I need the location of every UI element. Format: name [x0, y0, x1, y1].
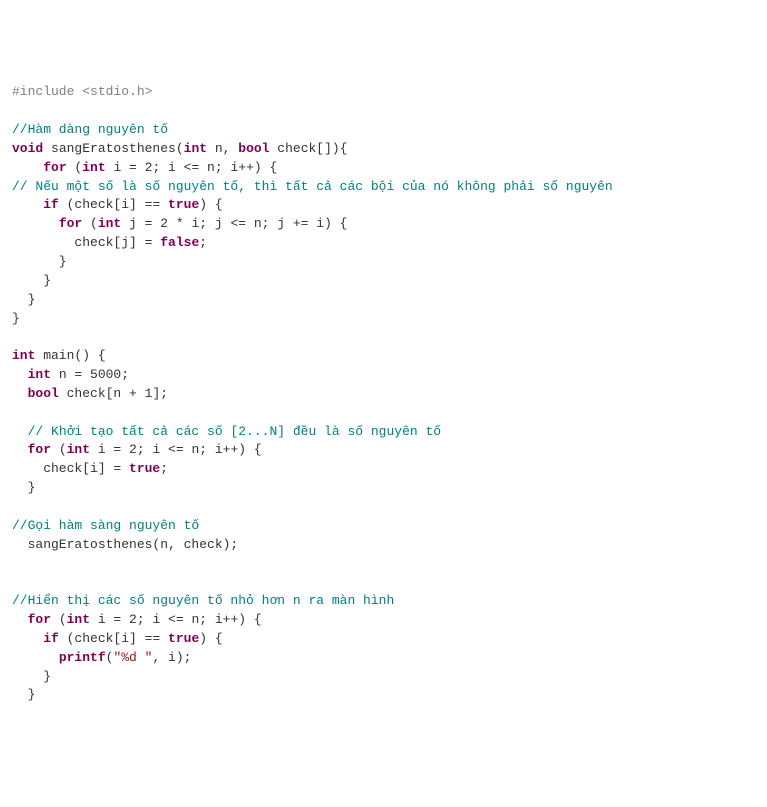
code-text: check[i] = — [12, 461, 129, 476]
brace: } — [12, 292, 35, 307]
identifier: n, — [207, 141, 238, 156]
literal-true: true — [168, 197, 199, 212]
code-text: (check[i] == — [59, 197, 168, 212]
literal-true: true — [129, 461, 160, 476]
code-text: ) { — [199, 631, 222, 646]
keyword-for: for — [43, 160, 66, 175]
code-text: ( — [82, 216, 98, 231]
code-text: (check[i] == — [59, 631, 168, 646]
literal-true: true — [168, 631, 199, 646]
brace: } — [12, 273, 51, 288]
code-text: sangEratosthenes(n, check); — [12, 537, 238, 552]
code-text: ) { — [199, 197, 222, 212]
keyword-if: if — [43, 197, 59, 212]
identifier: main() { — [35, 348, 105, 363]
comment-line: //Hàm dàng nguyên tố — [12, 122, 168, 137]
keyword-for: for — [28, 612, 51, 627]
code-text: i = 2; i <= n; i++) { — [90, 612, 262, 627]
keyword-for: for — [59, 216, 82, 231]
code-text: i = 2; i <= n; i++) { — [90, 442, 262, 457]
preprocessor-line: #include <stdio.h> — [12, 84, 152, 99]
brace: } — [12, 480, 35, 495]
keyword-int: int — [28, 367, 51, 382]
string-literal: "%d " — [113, 650, 152, 665]
keyword-bool: bool — [238, 141, 269, 156]
keyword-int: int — [67, 612, 90, 627]
code-text: , i); — [152, 650, 191, 665]
comment-line: // Nếu một số là số nguyên tố, thì tất c… — [12, 179, 613, 194]
brace: } — [12, 311, 20, 326]
brace: } — [12, 687, 35, 702]
code-text: n = 5000; — [51, 367, 129, 382]
brace: } — [12, 254, 67, 269]
code-block: #include <stdio.h> //Hàm dàng nguyên tố … — [12, 83, 755, 705]
code-text: ( — [106, 650, 114, 665]
identifier: check[]){ — [270, 141, 348, 156]
keyword-bool: bool — [28, 386, 59, 401]
code-text: ; — [160, 461, 168, 476]
comment-line: //Hiển thị các số nguyên tố nhỏ hơn n ra… — [12, 593, 394, 608]
keyword-void: void — [12, 141, 43, 156]
keyword-int: int — [67, 442, 90, 457]
keyword-int: int — [82, 160, 105, 175]
comment-line: // Khởi tạo tất cả các số [2...N] đều là… — [28, 424, 441, 439]
keyword-int: int — [12, 348, 35, 363]
fn-printf: printf — [59, 650, 106, 665]
keyword-int: int — [184, 141, 207, 156]
identifier: sangEratosthenes( — [43, 141, 183, 156]
comment-line: //Gọi hàm sàng nguyên tố — [12, 518, 199, 533]
code-text: ( — [67, 160, 83, 175]
code-text: ( — [51, 442, 67, 457]
code-text: j = 2 * i; j <= n; j += i) { — [121, 216, 347, 231]
code-text: i = 2; i <= n; i++) { — [106, 160, 278, 175]
code-text: ( — [51, 612, 67, 627]
code-text: ; — [199, 235, 207, 250]
code-text: check[n + 1]; — [59, 386, 168, 401]
keyword-int: int — [98, 216, 121, 231]
keyword-if: if — [43, 631, 59, 646]
keyword-for: for — [28, 442, 51, 457]
literal-false: false — [160, 235, 199, 250]
brace: } — [12, 669, 51, 684]
code-text: check[j] = — [12, 235, 160, 250]
